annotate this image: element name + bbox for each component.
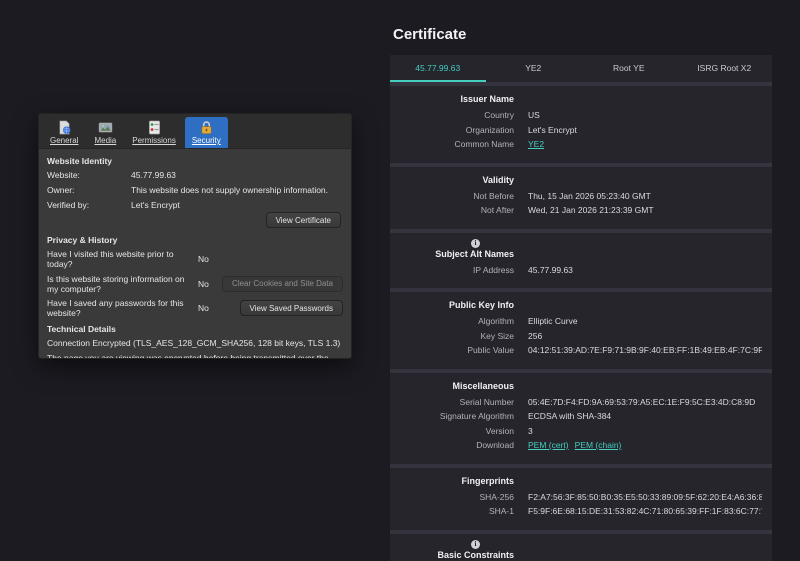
not-after-value: Wed, 21 Jan 2026 21:23:39 GMT xyxy=(528,205,654,215)
cert-tab-leaf[interactable]: 45.77.99.63 xyxy=(390,55,486,82)
sha1-label: SHA-1 xyxy=(488,506,514,516)
validity-heading: Validity xyxy=(482,174,514,185)
section-fingerprints: Fingerprints SHA-256 F2:A7:56:3F:85:50:B0… xyxy=(390,467,772,530)
cert-tab-intermediate[interactable]: YE2 xyxy=(486,55,582,82)
serial-number-value: 05:4E:7D:F4:FD:9A:69:53:79:A5:EC:1E:F9:5… xyxy=(528,396,756,407)
issuer-name-heading: Issuer Name xyxy=(460,94,514,104)
algorithm-label: Algorithm xyxy=(478,316,514,326)
fingerprints-heading: Fingerprints xyxy=(461,475,514,486)
visited-row: Have I visited this website prior to tod… xyxy=(47,249,343,269)
lock-icon xyxy=(199,120,214,135)
clear-cookies-button[interactable]: Clear Cookies and Site Data xyxy=(222,275,343,292)
serial-number-label: Serial Number xyxy=(459,396,514,407)
signature-algorithm-label: Signature Algorithm xyxy=(439,411,514,421)
organization-value: Let's Encrypt xyxy=(528,124,577,135)
tab-security-label: Security xyxy=(191,136,221,145)
common-name-label: Common Name xyxy=(454,139,514,149)
page-info-dialog: General Media Permissions Security Websi… xyxy=(38,113,352,359)
basic-constraints-heading: Basic Constraints xyxy=(437,549,514,560)
organization-label: Organization xyxy=(465,124,514,135)
verified-by-value: Let's Encrypt xyxy=(131,200,180,210)
page-info-tabbar: General Media Permissions Security xyxy=(39,114,351,149)
tab-general[interactable]: General xyxy=(43,117,85,148)
privacy-history-title: Privacy & History xyxy=(47,235,118,245)
info-icon[interactable]: i xyxy=(471,238,480,248)
website-identity-title: Website Identity xyxy=(47,156,113,166)
section-subject-alt-names: i Subject Alt Names IP Address 45.77.99.6… xyxy=(390,232,772,288)
sha256-label: SHA-256 xyxy=(479,491,515,502)
tab-permissions[interactable]: Permissions xyxy=(125,117,183,148)
cookies-row: Is this website storing information on m… xyxy=(47,274,343,294)
miscellaneous-heading: Miscellaneous xyxy=(452,380,514,391)
verified-by-row: Verified by: Let's Encrypt xyxy=(47,200,343,210)
ip-address-label: IP Address xyxy=(473,264,514,275)
technical-details-title: Technical Details xyxy=(47,324,116,334)
tab-security[interactable]: Security xyxy=(184,117,228,148)
owner-value: This website does not supply ownership i… xyxy=(131,185,329,195)
sha1-value: F5:9F:6E:68:15:DE:31:53:82:4C:71:80:65:3… xyxy=(528,506,762,516)
website-value: 45.77.99.63 xyxy=(131,170,176,180)
view-saved-passwords-button[interactable]: View Saved Passwords xyxy=(239,300,343,316)
not-before-value: Thu, 15 Jan 2026 05:23:40 GMT xyxy=(528,190,651,201)
section-validity: Validity Not Before Thu, 15 Jan 2026 05:2… xyxy=(390,166,772,229)
subject-alt-names-heading: Subject Alt Names xyxy=(435,248,514,259)
version-label: Version xyxy=(485,425,514,436)
signature-algorithm-value: ECDSA with SHA-384 xyxy=(528,411,612,421)
tab-media-label: Media xyxy=(94,136,117,145)
passwords-row: Have I saved any passwords for this webs… xyxy=(47,298,343,318)
public-value: 04:12:51:39:AD:7E:F9:71:9B:9F:40:EB:FF:1… xyxy=(528,345,762,355)
public-key-info-heading: Public Key Info xyxy=(448,300,514,310)
tech-line-encryption: Connection Encrypted (TLS_AES_128_GCM_SH… xyxy=(47,338,341,348)
owner-label: Owner: xyxy=(47,185,75,195)
visited-question: Have I visited this website prior to tod… xyxy=(47,249,174,269)
country-value: US xyxy=(528,110,540,120)
key-size-value: 256 xyxy=(528,330,543,341)
permissions-list-icon xyxy=(147,120,162,135)
certificate-page-title: Certificate xyxy=(393,26,467,43)
section-miscellaneous: Miscellaneous Serial Number 05:4E:7D:F4:F… xyxy=(390,372,772,464)
tab-general-label: General xyxy=(50,136,79,145)
version-value: 3 xyxy=(528,425,533,436)
cert-tab-isrg-root[interactable]: ISRG Root X2 xyxy=(677,55,773,82)
section-issuer-name: Issuer Name Country US Organization Let's … xyxy=(390,86,772,163)
media-image-icon xyxy=(98,120,113,135)
not-before-label: Not Before xyxy=(473,190,514,201)
cert-tab-root[interactable]: Root YE xyxy=(581,55,677,82)
sha256-value: F2:A7:56:3F:85:50:B0:35:E5:50:33:89:09:5… xyxy=(528,491,762,502)
country-label: Country xyxy=(484,110,514,120)
download-label: Download xyxy=(476,440,514,450)
info-icon[interactable]: i xyxy=(471,539,480,549)
page-globe-icon xyxy=(57,120,72,135)
common-name-link[interactable]: YE2 xyxy=(528,139,544,149)
owner-row: Owner: This website does not supply owne… xyxy=(47,185,343,195)
website-label: Website: xyxy=(47,170,80,180)
passwords-answer: No xyxy=(198,303,209,313)
section-basic-constraints: i Basic Constraints Certificate Authorit… xyxy=(390,533,772,561)
pem-cert-link[interactable]: PEM (cert) xyxy=(528,440,569,450)
website-row: Website: 45.77.99.63 xyxy=(47,170,343,180)
tab-media[interactable]: Media xyxy=(87,117,123,148)
passwords-question: Have I saved any passwords for this webs… xyxy=(47,298,184,318)
key-size-label: Key Size xyxy=(480,330,514,341)
certificate-chain-tabs: 45.77.99.63 YE2 Root YE ISRG Root X2 xyxy=(390,55,772,82)
ip-address-value: 45.77.99.63 xyxy=(528,264,573,275)
public-value-label: Public Value xyxy=(467,345,514,355)
not-after-label: Not After xyxy=(480,205,514,215)
certificate-viewer: Certificate 45.77.99.63 YE2 Root YE ISRG… xyxy=(390,0,772,561)
tech-line-page-encrypted: The page you are viewing was encrypted b… xyxy=(47,353,329,359)
visited-answer: No xyxy=(198,254,209,264)
algorithm-value: Elliptic Curve xyxy=(528,316,578,326)
verified-by-label: Verified by: xyxy=(47,200,90,210)
cookies-question: Is this website storing information on m… xyxy=(47,273,185,294)
tab-permissions-label: Permissions xyxy=(132,136,176,145)
view-certificate-button[interactable]: View Certificate xyxy=(265,212,341,228)
section-public-key-info: Public Key Info Algorithm Elliptic Curve … xyxy=(390,292,772,369)
pem-chain-link[interactable]: PEM (chain) xyxy=(575,440,622,450)
